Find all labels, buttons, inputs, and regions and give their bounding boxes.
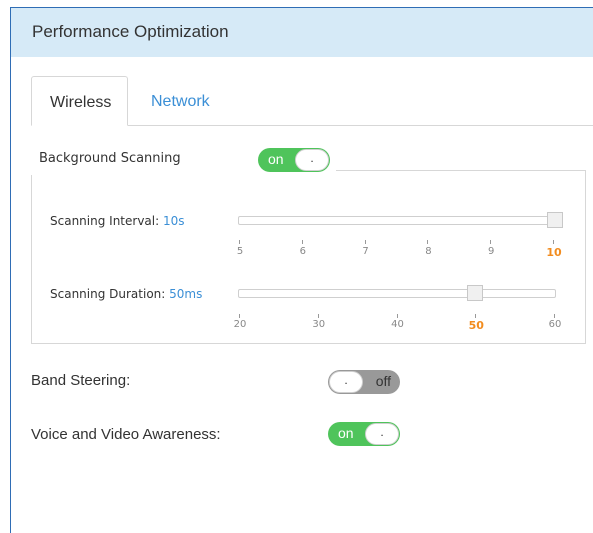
toggle-state-label: on: [268, 151, 284, 167]
tab-wireless-label: Wireless: [50, 94, 112, 111]
slider-tick: [239, 314, 240, 318]
voice-video-awareness-label: Voice and Video Awareness:: [31, 426, 221, 443]
toggle-knob[interactable]: .: [329, 371, 363, 393]
panel-header: Performance Optimization: [11, 8, 593, 57]
background-scanning-label: Background Scanning: [39, 151, 181, 166]
slider-tick: [239, 240, 240, 244]
band-steering-label: Band Steering:: [31, 372, 131, 389]
slider-tick: [553, 240, 554, 244]
scanning-interval-text: Scanning Interval:: [50, 214, 163, 228]
scanning-interval-value: 10s: [163, 214, 185, 228]
scanning-interval-thumb[interactable]: [547, 212, 563, 228]
scanning-interval-track[interactable]: [238, 216, 558, 225]
band-steering-toggle[interactable]: off .: [328, 370, 400, 394]
slider-tick-label: 40: [391, 319, 404, 330]
toggle-knob[interactable]: .: [295, 149, 329, 171]
slider-tick-label: 60: [548, 319, 562, 330]
scanning-duration-track[interactable]: [238, 289, 556, 298]
toggle-state-label: off: [375, 373, 391, 389]
slider-tick: [364, 240, 366, 244]
tab-network[interactable]: Network: [151, 93, 210, 111]
slider-tick-label: 9: [488, 246, 495, 257]
background-scanning-group: [31, 170, 586, 344]
voice-video-awareness-toggle[interactable]: on .: [328, 422, 400, 446]
slider-tick: [396, 314, 398, 318]
slider-tick-label: 20: [233, 319, 247, 330]
slider-tick-label: 6: [299, 246, 306, 257]
slider-tick: [427, 240, 429, 244]
scanning-interval-label: Scanning Interval: 10s: [50, 214, 185, 228]
toggle-state-label: on: [338, 425, 354, 441]
slider-tick-label: 5: [236, 246, 244, 257]
slider-tick-label: 50: [468, 319, 484, 332]
duration-value-unit: ms: [184, 287, 203, 301]
slider-tick-label: 30: [312, 319, 326, 330]
performance-panel: Performance Optimization Wireless Networ…: [10, 7, 593, 533]
toggle-knob[interactable]: .: [365, 423, 399, 445]
slider-tick: [475, 314, 477, 318]
interval-value-number: 10: [162, 214, 179, 228]
scanning-duration-label: Scanning Duration: 50ms: [50, 287, 202, 301]
slider-tick: [317, 314, 319, 318]
slider-tick: [490, 240, 492, 244]
scanning-duration-value: 50ms: [169, 287, 202, 301]
scanning-duration-text: Scanning Duration:: [50, 287, 170, 301]
slider-tick-label: 7: [362, 246, 369, 257]
panel-title: Performance Optimization: [32, 22, 229, 41]
scanning-duration-thumb[interactable]: [467, 285, 483, 301]
background-scanning-toggle[interactable]: on .: [258, 148, 330, 172]
slider-tick-label: 8: [425, 246, 432, 257]
interval-value-unit: s: [178, 214, 185, 228]
slider-tick: [301, 240, 303, 244]
tab-wireless[interactable]: Wireless: [31, 76, 128, 126]
duration-value-number: 50: [169, 287, 185, 301]
slider-tick: [554, 314, 555, 318]
slider-tick-label: 10: [546, 246, 562, 259]
